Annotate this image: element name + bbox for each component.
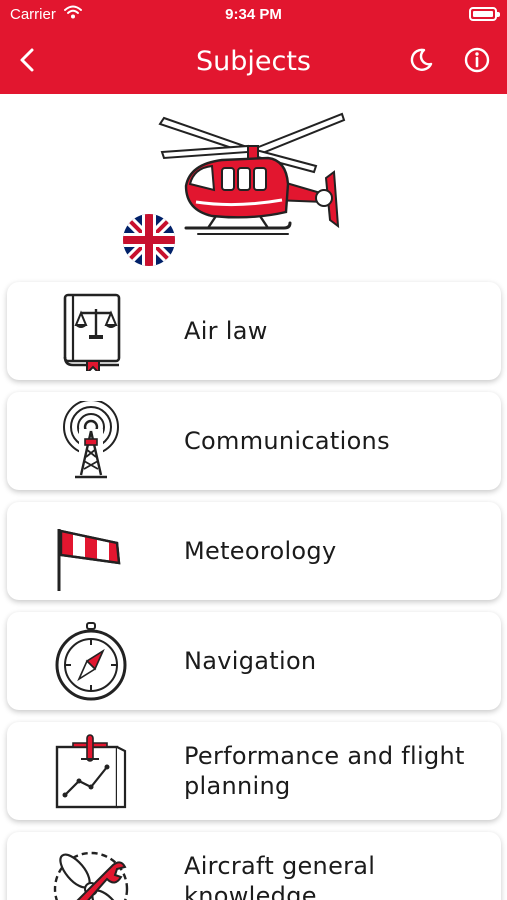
uk-flag-icon[interactable]	[123, 214, 175, 266]
subject-label: Meteorology	[184, 537, 337, 565]
status-bar: Carrier 9:34 PM	[0, 0, 507, 28]
subject-card-navigation[interactable]: Navigation	[7, 612, 501, 710]
windsock-icon	[57, 529, 121, 591]
subject-card-communications[interactable]: Communications	[7, 392, 501, 490]
propeller-wrench-icon	[53, 851, 129, 900]
radio-tower-icon	[63, 401, 119, 479]
subject-card-meteorology[interactable]: Meteorology	[7, 502, 501, 600]
subject-card-air-law[interactable]: Air law	[7, 282, 501, 380]
subject-card-performance[interactable]: Performance and flight planning	[7, 722, 501, 820]
subject-label: Communications	[184, 427, 390, 455]
subject-label: Air law	[184, 317, 268, 345]
compass-icon	[55, 622, 127, 701]
battery-icon	[469, 7, 500, 21]
law-book-icon	[63, 293, 121, 371]
navigation-bar: Subjects	[0, 34, 507, 88]
app-header: Carrier 9:34 PM Subjects	[0, 0, 507, 94]
info-icon[interactable]	[463, 46, 491, 74]
hero-banner	[0, 94, 507, 280]
subject-label: Aircraft general knowledge	[184, 852, 376, 900]
subject-label: Navigation	[184, 647, 317, 675]
status-time: 9:34 PM	[225, 6, 282, 23]
flight-chart-icon	[55, 734, 127, 809]
subject-card-aircraft-general-knowledge[interactable]: Aircraft general knowledge	[7, 832, 501, 900]
moon-icon[interactable]	[407, 46, 435, 74]
subject-label: Performance and flight planning	[184, 742, 465, 800]
helicopter-icon	[158, 112, 346, 235]
